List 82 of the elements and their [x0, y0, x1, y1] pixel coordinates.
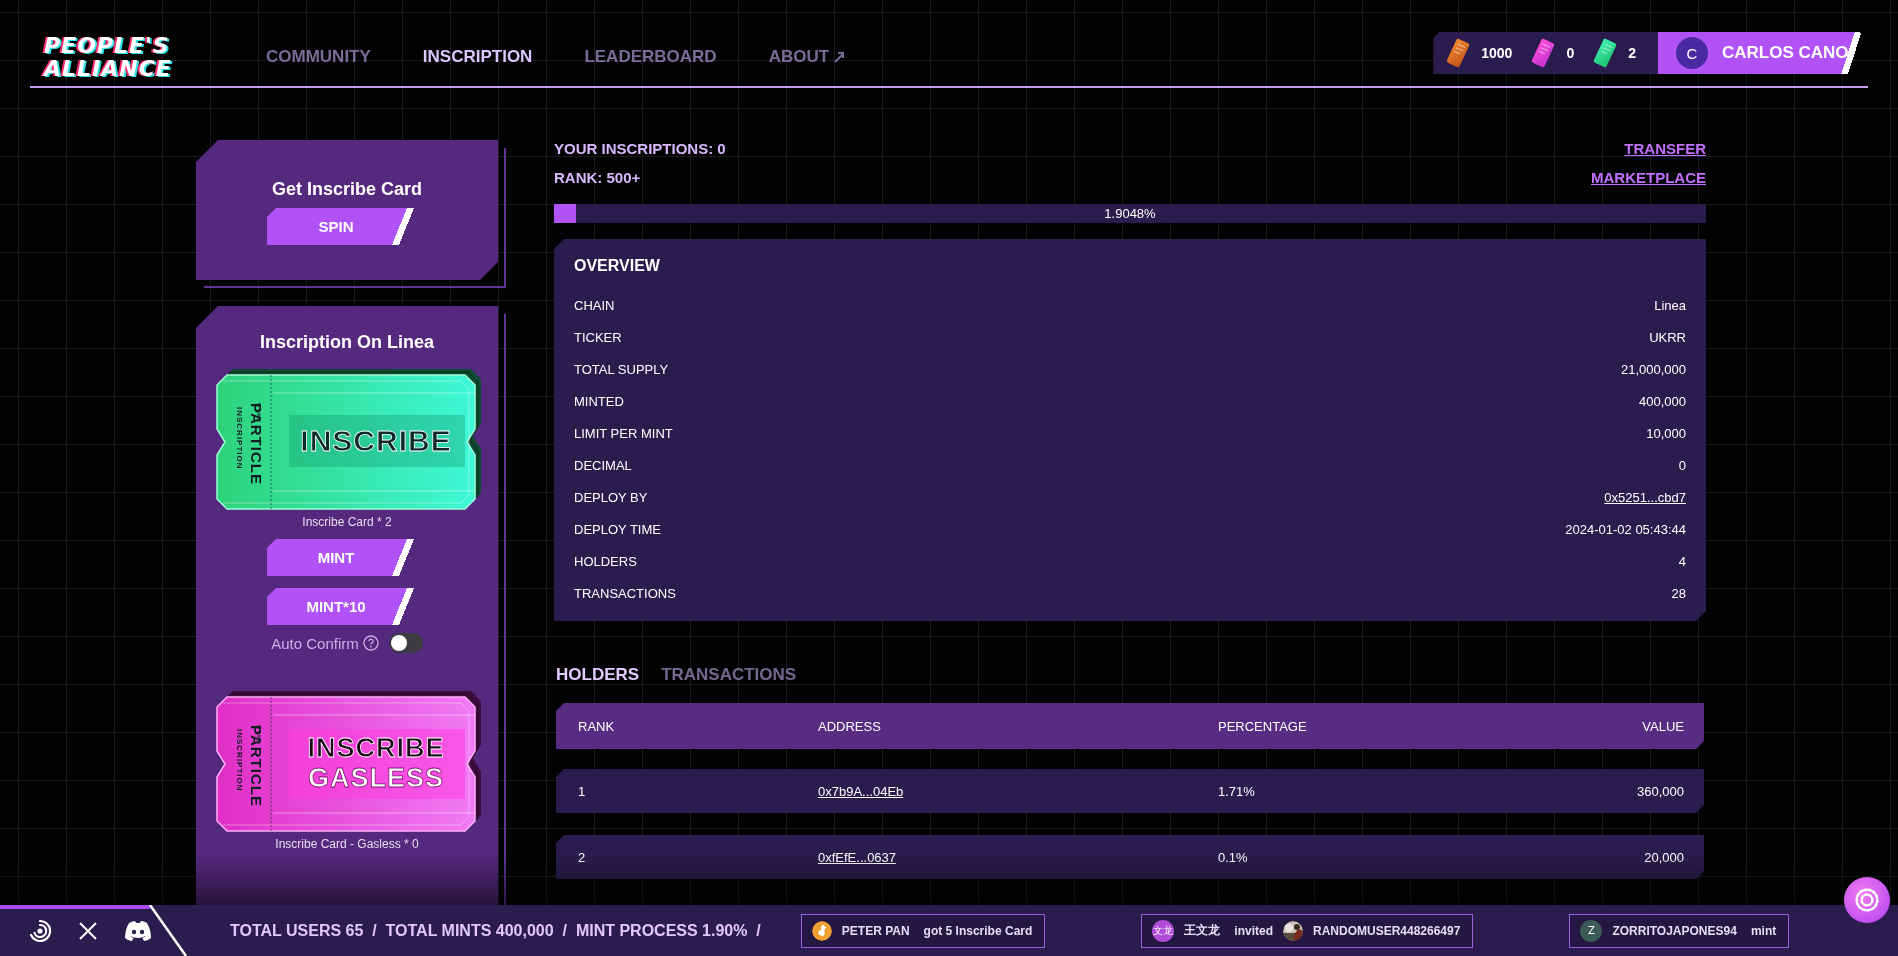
transfer-link[interactable]: TRANSFER [1624, 140, 1706, 157]
user-name: PETER PAN [841, 923, 910, 938]
table-cell-text: 0.1% [1218, 849, 1249, 865]
ticket-label: INSCRIBE [307, 733, 445, 763]
tab[interactable]: TRANSACTIONS [661, 665, 797, 685]
nav-link[interactable]: COMMUNITY [266, 47, 371, 67]
nav-link[interactable]: LEADERBOARD [584, 47, 717, 67]
field-label: MINTED [574, 393, 624, 409]
column-header: ADDRESS [818, 718, 882, 734]
rank-text: RANK: 500+ [554, 169, 642, 186]
address-link[interactable]: 0x7b9A...04Eb [818, 783, 904, 799]
toggle-label: Auto Confirm [271, 634, 359, 652]
field-label: CHAIN [574, 297, 615, 313]
user-avatar: 文龙 [1152, 919, 1175, 942]
stats-ticker: TOTAL USERS 65 / TOTAL MINTS 400,000 / MINT PROCESS 1.90% / [230, 921, 761, 940]
ticket-subtitle: INSCRIPTION [235, 407, 244, 470]
field-label: DEPLOY BY [574, 489, 648, 505]
logo-text[interactable]: ALLIANCE [44, 57, 172, 80]
balance-count: 0 [1566, 45, 1575, 61]
discord-logo-icon[interactable] [124, 919, 152, 942]
ticket-label: INSCRIBE [300, 424, 452, 457]
address-link[interactable]: 0x5251...cbd7 [1604, 489, 1686, 505]
table-cell-text: 360,000 [1636, 783, 1684, 799]
field-value: 21,000,000 [1620, 361, 1686, 377]
field-value: 0 [1678, 457, 1686, 473]
table-cell-text: 1 [578, 783, 587, 799]
activity-action: got 5 Inscribe Card [923, 923, 1033, 938]
nav-link[interactable]: INSCRIPTION [422, 47, 533, 67]
field-value: 10,000 [1646, 425, 1686, 441]
card-title: Get Inscribe Card [271, 179, 422, 200]
address-link[interactable]: 0xfEfE...0637 [818, 849, 897, 865]
marketplace-link[interactable]: MARKETPLACE [1591, 169, 1706, 186]
progress-reading: 1.9048% [1104, 206, 1156, 221]
user-avatar: C [1676, 37, 1708, 69]
external-arrow-icon [833, 51, 846, 63]
table-cell-text: 1.71% [1218, 783, 1256, 799]
assistant-button[interactable] [1844, 877, 1890, 923]
field-value: Linea [1654, 297, 1686, 313]
ticket-caption: Inscribe Card * 2 [302, 515, 392, 529]
field-value: 2024-01-02 05:43:44 [1565, 521, 1686, 537]
activity-action: mint [1750, 923, 1777, 938]
column-header: PERCENTAGE [1218, 718, 1308, 734]
ticket-subtitle: INSCRIPTION [235, 729, 244, 792]
activity-action: invited [1234, 923, 1273, 938]
toggle-switch[interactable] [388, 633, 423, 653]
ticket-brand: PARTICLE [248, 725, 265, 807]
inscriptions-count: YOUR INSCRIPTIONS: 0 [554, 140, 726, 157]
field-value: 28 [1671, 585, 1686, 601]
panel-title: OVERVIEW [574, 257, 661, 275]
ring-logo-icon[interactable] [28, 918, 52, 943]
user-name: 王文龙 [1184, 922, 1221, 939]
help-icon[interactable] [362, 635, 379, 651]
ticket-brand: PARTICLE [248, 403, 265, 485]
balance-count: 2 [1628, 45, 1636, 61]
user-avatar: Z [1580, 919, 1603, 942]
field-label: TOTAL SUPPLY [574, 361, 669, 377]
field-label: TRANSACTIONS [574, 585, 676, 601]
table-cell-text: 20,000 [1643, 849, 1684, 865]
logo-text[interactable]: PEOPLE'S [44, 34, 170, 57]
user-name: ZORRITOJAPONES94 [1612, 923, 1737, 938]
field-label: TICKER [574, 329, 622, 345]
user-name: CARLOS CANO [1722, 43, 1849, 63]
ticket-label: GASLESS [308, 763, 444, 793]
slash-divider [148, 905, 188, 956]
field-label: DECIMAL [574, 457, 632, 473]
column-header: VALUE [1641, 718, 1684, 734]
field-value: 4 [1678, 553, 1686, 569]
field-label: DEPLOY TIME [574, 521, 661, 537]
balance-count: 1000 [1481, 45, 1513, 61]
ticket-caption: Inscribe Card - Gasless * 0 [275, 837, 419, 851]
x-logo-icon[interactable] [78, 920, 98, 941]
card-title: Inscription On Linea [260, 332, 434, 353]
tab[interactable]: HOLDERS [556, 665, 640, 685]
field-label: HOLDERS [574, 553, 637, 569]
table-cell-text: 2 [578, 849, 587, 865]
field-label: LIMIT PER MINT [574, 425, 673, 441]
field-value: UKRR [1649, 329, 1686, 345]
field-value: 400,000 [1639, 393, 1686, 409]
bird-avatar-icon [811, 920, 832, 941]
nav-link[interactable]: ABOUT [768, 47, 846, 67]
user-name: RANDOMUSER448266497 [1313, 923, 1461, 938]
column-header: RANK [578, 718, 616, 734]
